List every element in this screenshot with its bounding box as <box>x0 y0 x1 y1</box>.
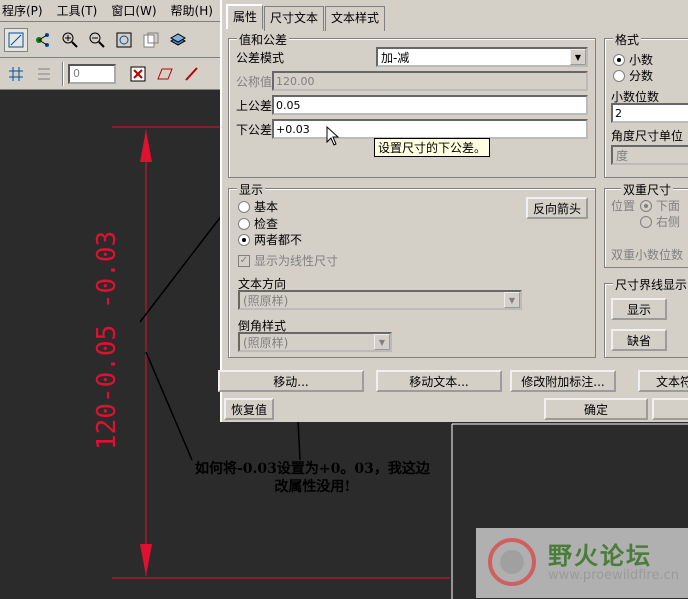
ok-button[interactable]: 确定 <box>544 398 648 420</box>
inspect-label: 检查 <box>254 217 279 231</box>
radio-off-icon <box>613 69 625 82</box>
draft-icon[interactable] <box>153 62 177 86</box>
display-title: 显示 <box>237 181 266 198</box>
nominal-field[interactable]: 120.00 <box>272 71 588 91</box>
layer-icon[interactable] <box>166 28 190 52</box>
list-icon[interactable] <box>31 62 55 86</box>
linear-checkbox[interactable]: ✓ 显示为线性尺寸 <box>238 252 338 269</box>
sketch-icon[interactable] <box>4 27 28 52</box>
restore-button[interactable]: 恢复值 <box>224 398 274 420</box>
radio-on-icon <box>238 233 250 246</box>
tab-text-style[interactable]: 文本样式 <box>325 6 386 31</box>
decimal-radio[interactable]: 小数 <box>613 51 653 68</box>
toolbar-separator <box>62 61 64 86</box>
neither-label: 两者都不 <box>254 233 303 247</box>
chevron-down-icon: ▼ <box>374 334 390 350</box>
angle-unit-select[interactable]: 度 <box>611 145 688 165</box>
text-direction-value: (照原样) <box>243 293 289 308</box>
radio-off-icon <box>238 200 250 213</box>
upper-tolerance-field[interactable]: 0.05 <box>272 95 588 115</box>
watermark-logo-icon <box>488 538 536 586</box>
move-button[interactable]: 移动... <box>218 370 364 392</box>
dimension-text[interactable]: 120-0.05 -0.03 <box>92 231 122 450</box>
refit-icon[interactable] <box>112 28 136 52</box>
fraction-label: 分数 <box>629 69 654 83</box>
inspect-radio[interactable]: 检查 <box>238 215 278 232</box>
user-annotation: 如何将-0.03设置为+0。03，我这边 改属性没用! <box>195 460 430 496</box>
callout-line-2 <box>145 351 193 461</box>
nominal-label: 公称值 <box>236 75 273 89</box>
move-text-button[interactable]: 移动文本... <box>376 370 502 392</box>
dual-right-radio[interactable]: 右侧 <box>640 213 680 230</box>
annotation-line-2: 改属性没用! <box>274 479 351 495</box>
mouse-pointer-icon <box>326 126 340 146</box>
radio-off-icon <box>238 217 250 230</box>
chevron-down-icon: ▼ <box>570 49 586 65</box>
basic-label: 基本 <box>254 200 279 214</box>
radio-off-icon <box>640 215 652 228</box>
zoom-out-icon[interactable] <box>85 28 109 52</box>
lower-tolerance-field[interactable]: +0.03 <box>272 119 588 139</box>
radio-on-icon <box>613 53 625 66</box>
decimal-places-field[interactable]: 2 <box>611 103 688 123</box>
dual-position-label: 位置 <box>611 199 636 213</box>
linear-label: 显示为线性尺寸 <box>254 254 339 268</box>
menu-program[interactable]: 程序(P) <box>2 2 43 19</box>
value-tolerance-title: 值和公差 <box>237 31 290 48</box>
basic-radio[interactable]: 基本 <box>238 198 278 215</box>
dual-below-radio[interactable]: 下面 <box>640 197 680 214</box>
format-title: 格式 <box>613 31 642 48</box>
zoom-in-icon[interactable] <box>58 28 82 52</box>
menu-help[interactable]: 帮助(H) <box>171 2 213 19</box>
ext-default-button[interactable]: 缺省 <box>611 329 667 351</box>
tolerance-mode-value: 加-减 <box>381 50 410 65</box>
dimension-properties-dialog: 属性 尺寸文本 文本样式 值和公差 公差模式 加-减 ▼ 公称值 120.00 … <box>218 0 688 422</box>
ext-show-button[interactable]: 显示 <box>611 298 667 320</box>
dual-decimal-label: 双重小数位数 <box>611 248 684 262</box>
upper-tolerance-label: 上公差 <box>236 99 273 113</box>
dual-right-label: 右侧 <box>656 215 681 229</box>
watermark-url: www.proewildfire.cn <box>548 568 679 583</box>
node-icon[interactable] <box>31 28 55 52</box>
tab-dimension-text[interactable]: 尺寸文本 <box>264 6 325 31</box>
tolerance-mode-select[interactable]: 加-减 ▼ <box>376 47 588 67</box>
pencil-icon[interactable] <box>180 62 204 86</box>
tab-strip: 属性 尺寸文本 文本样式 <box>226 4 386 31</box>
angle-unit-value: 度 <box>616 148 629 163</box>
cancel-button-partial[interactable] <box>652 398 688 420</box>
modify-attached-button[interactable]: 修改附加标注... <box>510 370 616 392</box>
annotation-line-1: 如何将-0.03设置为+0。03，我这边 <box>195 461 430 477</box>
ext-line-title: 尺寸界线显示 <box>613 276 688 293</box>
angle-unit-label: 角度尺寸单位 <box>611 129 684 143</box>
flip-arrows-button[interactable]: 反向箭头 <box>526 197 588 219</box>
chamfer-style-select[interactable]: (照原样) ▼ <box>238 332 392 352</box>
checkbox-checked-icon: ✓ <box>238 254 250 267</box>
menubar: 程序(P) 工具(T) 窗口(W) 帮助(H) 帮 <box>0 0 239 22</box>
arrow-bottom <box>140 544 152 576</box>
arrow-top <box>140 130 152 162</box>
menu-tools[interactable]: 工具(T) <box>57 2 98 19</box>
toolbar-main <box>0 22 222 58</box>
chamfer-style-value: (照原样) <box>243 335 289 350</box>
toolbar-secondary: 0 <box>0 58 222 90</box>
lower-tolerance-tooltip: 设置尺寸的下公差。 <box>374 138 491 157</box>
lower-tolerance-label: 下公差 <box>236 123 273 137</box>
value-spinbox[interactable]: 0 <box>68 63 116 84</box>
repaint-icon[interactable] <box>139 28 163 52</box>
fraction-radio[interactable]: 分数 <box>613 67 653 84</box>
text-symbol-button[interactable]: 文本符 <box>638 370 688 392</box>
snap-grid-icon[interactable] <box>4 62 28 86</box>
tab-properties[interactable]: 属性 <box>226 4 264 29</box>
delete-icon[interactable] <box>126 62 150 86</box>
decimal-label: 小数 <box>629 53 654 67</box>
dual-below-label: 下面 <box>656 199 681 213</box>
menu-window[interactable]: 窗口(W) <box>111 2 156 19</box>
text-direction-select[interactable]: (照原样) ▼ <box>238 290 522 310</box>
dual-dimension-title: 双重尺寸 <box>621 181 674 198</box>
chevron-down-icon: ▼ <box>504 292 520 308</box>
watermark-text: 野火论坛 <box>548 542 652 570</box>
neither-radio[interactable]: 两者都不 <box>238 231 302 248</box>
radio-on-icon <box>640 199 652 212</box>
tolerance-mode-label: 公差模式 <box>236 51 285 65</box>
